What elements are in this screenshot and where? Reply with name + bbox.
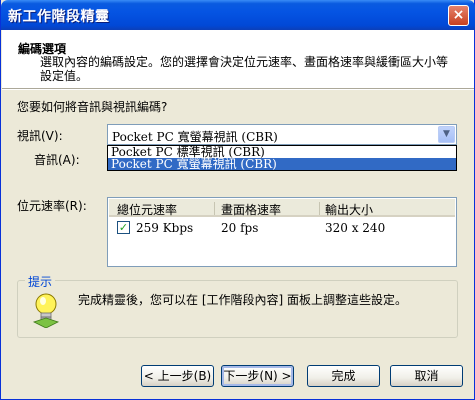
tip-text: 完成精靈後，您可以在 [工作階段內容] 面板上調整這些設定。 xyxy=(78,293,407,307)
header-description: 選取內容的編碼設定。您的選擇會決定位元速率、畫面格速率與緩衝區大小等設定值。 xyxy=(40,55,449,83)
row-checkbox[interactable]: ✓ xyxy=(117,221,130,234)
column-header-fps[interactable]: 畫面格速率 xyxy=(221,201,281,218)
column-divider[interactable] xyxy=(319,202,320,215)
encoding-question: 您要如何將音訊與視訊編碼? xyxy=(17,100,168,114)
next-button[interactable]: 下一步(N) > xyxy=(221,365,294,387)
wizard-window: 新工作階段精靈 × 編碼選項 選取內容的編碼設定。您的選擇會決定位元速率、畫面格… xyxy=(0,0,475,400)
dropdown-option-selected[interactable]: Pocket PC 寬螢幕視訊 (CBR) xyxy=(108,158,456,170)
bitrate-label: 位元速率(R): xyxy=(17,199,87,213)
title-bar[interactable]: 新工作階段精靈 × xyxy=(1,0,475,30)
cancel-button[interactable]: 取消 xyxy=(390,365,463,387)
bitrate-list[interactable]: 總位元速率 畫面格速率 輸出大小 ✓ 259 Kbps 20 fps 320 x… xyxy=(107,197,457,267)
wizard-header: 編碼選項 選取內容的編碼設定。您的選擇會決定位元速率、畫面格速率與緩衝區大小等設… xyxy=(2,30,474,88)
tip-label: 提示 xyxy=(25,273,56,290)
column-header-size[interactable]: 輸出大小 xyxy=(325,201,373,218)
header-divider xyxy=(2,88,474,90)
chevron-down-icon[interactable]: ▼ xyxy=(438,126,455,143)
finish-button[interactable]: 完成 xyxy=(307,365,380,387)
back-button[interactable]: < 上一步(B) xyxy=(141,365,214,387)
cell-frame-rate: 20 fps xyxy=(221,221,259,235)
lightbulb-icon xyxy=(32,293,60,328)
close-icon: × xyxy=(452,7,465,23)
audio-label: 音訊(A): xyxy=(34,153,80,167)
video-selected-value: Pocket PC 寬螢幕視訊 (CBR) xyxy=(112,130,278,144)
table-row[interactable]: ✓ 259 Kbps 20 fps 320 x 240 xyxy=(109,220,455,236)
list-header: 總位元速率 畫面格速率 輸出大小 xyxy=(109,199,455,217)
column-divider[interactable] xyxy=(214,202,215,215)
tip-group xyxy=(17,280,458,338)
cell-output-size: 320 x 240 xyxy=(325,221,386,235)
video-dropdown-list: Pocket PC 標準視訊 (CBR) Pocket PC 寬螢幕視訊 (CB… xyxy=(107,145,457,171)
video-label: 視訊(V): xyxy=(17,129,63,143)
window-title: 新工作階段精靈 xyxy=(8,9,110,25)
column-header-total[interactable]: 總位元速率 xyxy=(117,201,177,218)
close-button[interactable]: × xyxy=(448,5,469,26)
checkmark-icon: ✓ xyxy=(118,221,129,234)
cell-total-bitrate: 259 Kbps xyxy=(136,221,194,235)
video-select[interactable]: Pocket PC 寬螢幕視訊 (CBR) ▼ xyxy=(107,124,457,145)
